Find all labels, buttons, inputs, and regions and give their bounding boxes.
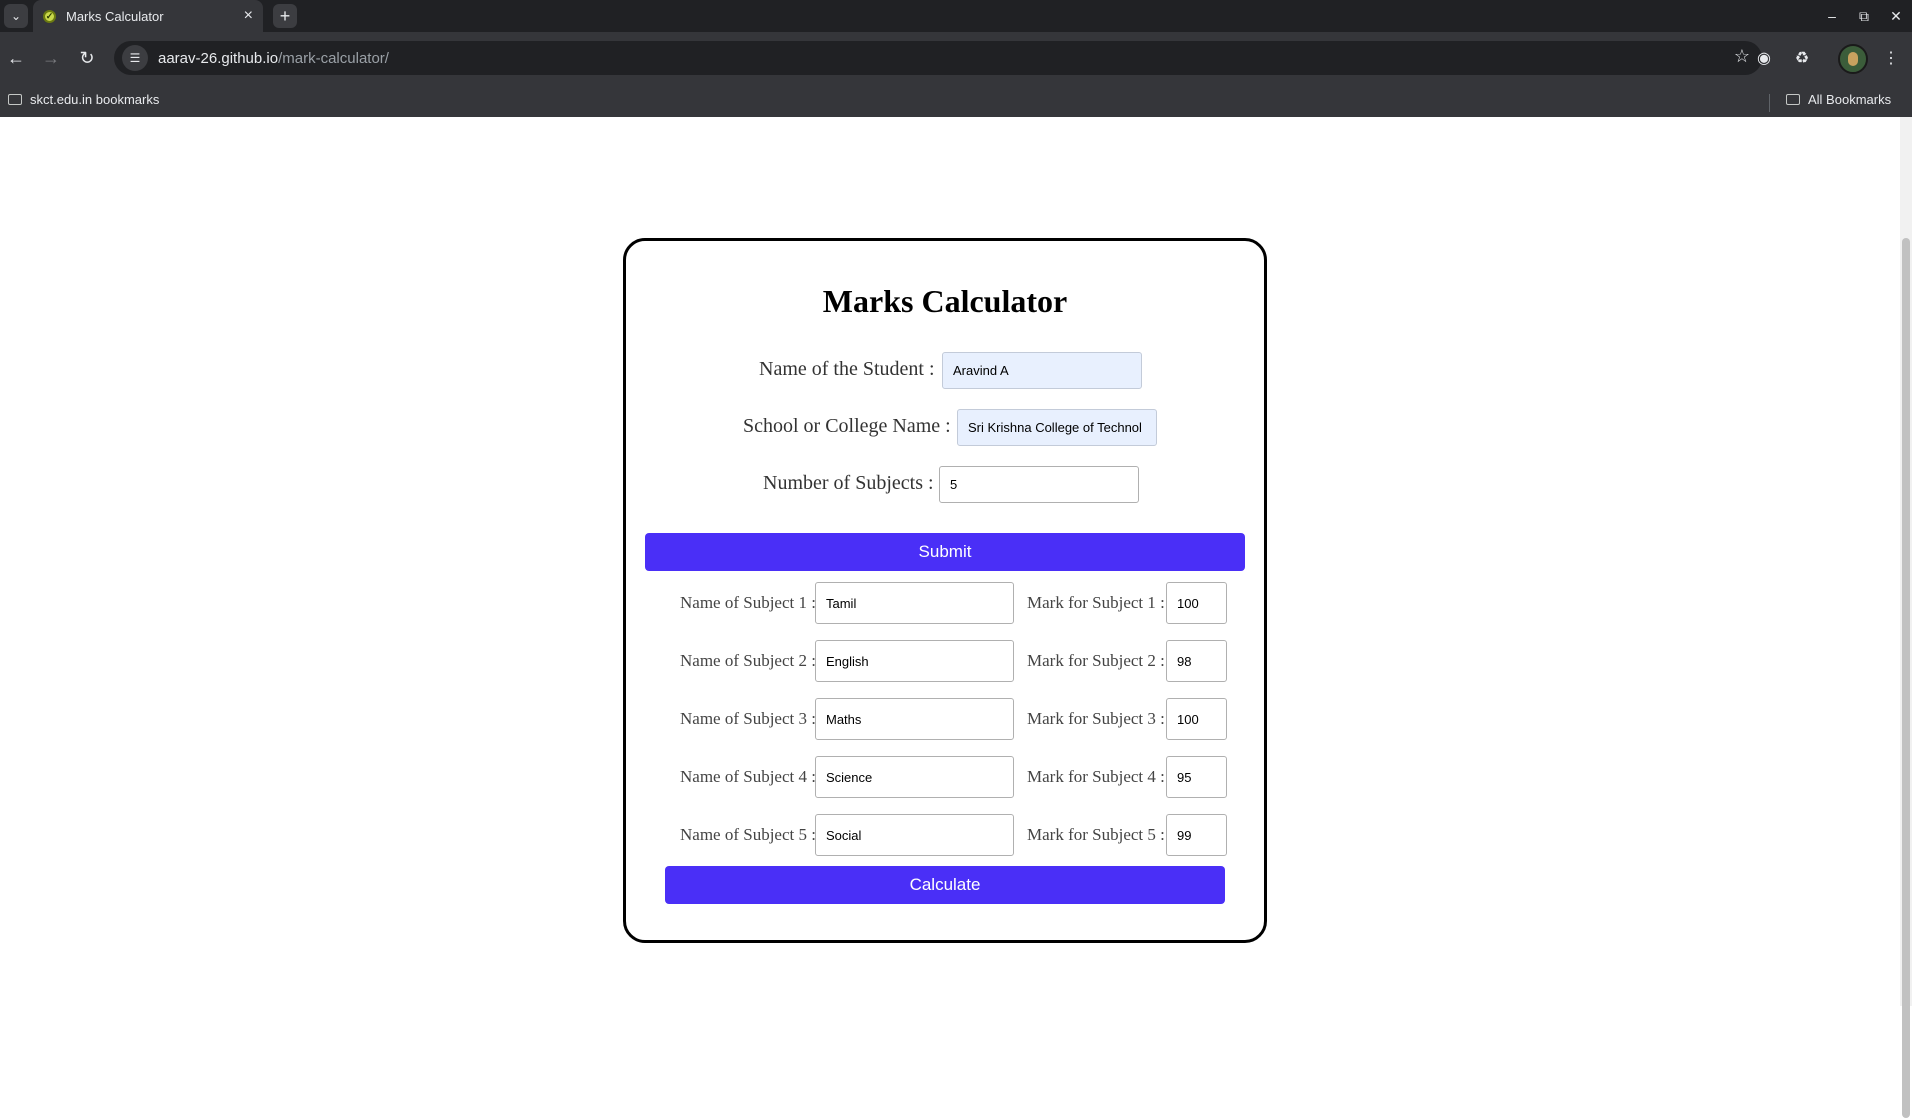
subject-name-input-3[interactable] xyxy=(815,698,1014,740)
url-text: aarav-26.github.io/mark-calculator/ xyxy=(158,50,389,67)
browser-toolbar: ← → ↻ ☰ aarav-26.github.io/mark-calculat… xyxy=(0,32,1912,85)
tab-title: Marks Calculator xyxy=(66,8,164,24)
menu-icon[interactable]: ⋮ xyxy=(1877,44,1905,72)
profile-avatar[interactable] xyxy=(1838,44,1868,74)
student-name-label: Name of the Student : xyxy=(759,358,935,380)
subject-mark-label-1: Mark for Subject 1 : xyxy=(1027,593,1165,612)
reload-icon[interactable]: ↻ xyxy=(73,44,101,72)
extensions-icon[interactable]: ♻ xyxy=(1788,44,1816,72)
scrollbar-thumb[interactable] xyxy=(1902,238,1910,1118)
folder-icon xyxy=(8,94,22,105)
back-icon[interactable]: ← xyxy=(2,44,30,72)
site-info-icon[interactable]: ☰ xyxy=(122,45,148,71)
subject-mark-label-5: Mark for Subject 5 : xyxy=(1027,825,1165,844)
calculate-button[interactable]: Calculate xyxy=(665,866,1225,904)
subject-name-label-2: Name of Subject 2 : xyxy=(680,651,816,670)
subject-name-label-3: Name of Subject 3 : xyxy=(680,709,816,728)
subject-mark-input-1[interactable] xyxy=(1166,582,1227,624)
subject-mark-input-2[interactable] xyxy=(1166,640,1227,682)
tab-search-button[interactable]: ⌄ xyxy=(4,4,28,28)
subject-mark-input-5[interactable] xyxy=(1166,814,1227,856)
tab-marks-calculator[interactable]: ✓ Marks Calculator × xyxy=(33,0,263,32)
subject-name-input-1[interactable] xyxy=(815,582,1014,624)
subject-mark-label-4: Mark for Subject 4 : xyxy=(1027,767,1165,786)
window-controls: – ⧉ ✕ xyxy=(1816,0,1912,32)
bookmarks-bar: skct.edu.in bookmarks All Bookmarks xyxy=(0,85,1912,117)
subjects-count-input[interactable] xyxy=(939,466,1139,503)
subjects-count-label: Number of Subjects : xyxy=(763,472,934,494)
url-host: aarav-26.github.io xyxy=(158,49,279,67)
folder-icon xyxy=(1786,94,1800,105)
chevron-down-icon: ⌄ xyxy=(10,9,22,23)
scrollbar[interactable] xyxy=(1900,117,1912,1118)
camera-icon[interactable]: ◉ xyxy=(1750,44,1778,72)
new-tab-button[interactable]: + xyxy=(273,4,297,28)
minimize-icon[interactable]: – xyxy=(1816,0,1848,32)
subject-mark-label-2: Mark for Subject 2 : xyxy=(1027,651,1165,670)
student-name-input[interactable] xyxy=(942,352,1142,389)
subject-name-label-4: Name of Subject 4 : xyxy=(680,767,816,786)
bookmark-star-icon[interactable]: ☆ xyxy=(1734,46,1750,67)
college-name-label: School or College Name : xyxy=(743,415,951,437)
restore-icon[interactable]: ⧉ xyxy=(1848,0,1880,32)
calculator-card: Marks Calculator Name of the Student : S… xyxy=(623,238,1267,943)
url-path: /mark-calculator/ xyxy=(278,49,389,67)
subject-name-input-4[interactable] xyxy=(815,756,1014,798)
bookmark-label: skct.edu.in bookmarks xyxy=(30,92,160,107)
subject-mark-input-4[interactable] xyxy=(1166,756,1227,798)
bookmark-folder-skct[interactable]: skct.edu.in bookmarks xyxy=(8,92,159,107)
submit-button[interactable]: Submit xyxy=(645,533,1245,571)
favicon-icon: ✓ xyxy=(43,9,56,23)
plus-icon: + xyxy=(279,6,291,26)
page-title: Marks Calculator xyxy=(822,283,1068,319)
subject-mark-label-3: Mark for Subject 3 : xyxy=(1027,709,1165,728)
college-name-input[interactable] xyxy=(957,409,1157,446)
subject-name-label-5: Name of Subject 5 : xyxy=(680,825,816,844)
subject-name-input-5[interactable] xyxy=(815,814,1014,856)
bookmarks-divider xyxy=(1769,94,1770,112)
subject-name-input-2[interactable] xyxy=(815,640,1014,682)
subject-mark-input-3[interactable] xyxy=(1166,698,1227,740)
address-bar[interactable]: ☰ aarav-26.github.io/mark-calculator/ ☆ xyxy=(114,41,1762,75)
close-icon[interactable]: × xyxy=(244,7,253,25)
forward-icon[interactable]: → xyxy=(37,44,65,72)
close-window-icon[interactable]: ✕ xyxy=(1880,0,1912,32)
subject-name-label-1: Name of Subject 1 : xyxy=(680,593,816,612)
all-bookmarks-button[interactable]: All Bookmarks xyxy=(1786,92,1891,107)
all-bookmarks-label: All Bookmarks xyxy=(1808,92,1892,107)
tab-bar: ⌄ ✓ Marks Calculator × + – ⧉ ✕ xyxy=(0,0,1912,32)
